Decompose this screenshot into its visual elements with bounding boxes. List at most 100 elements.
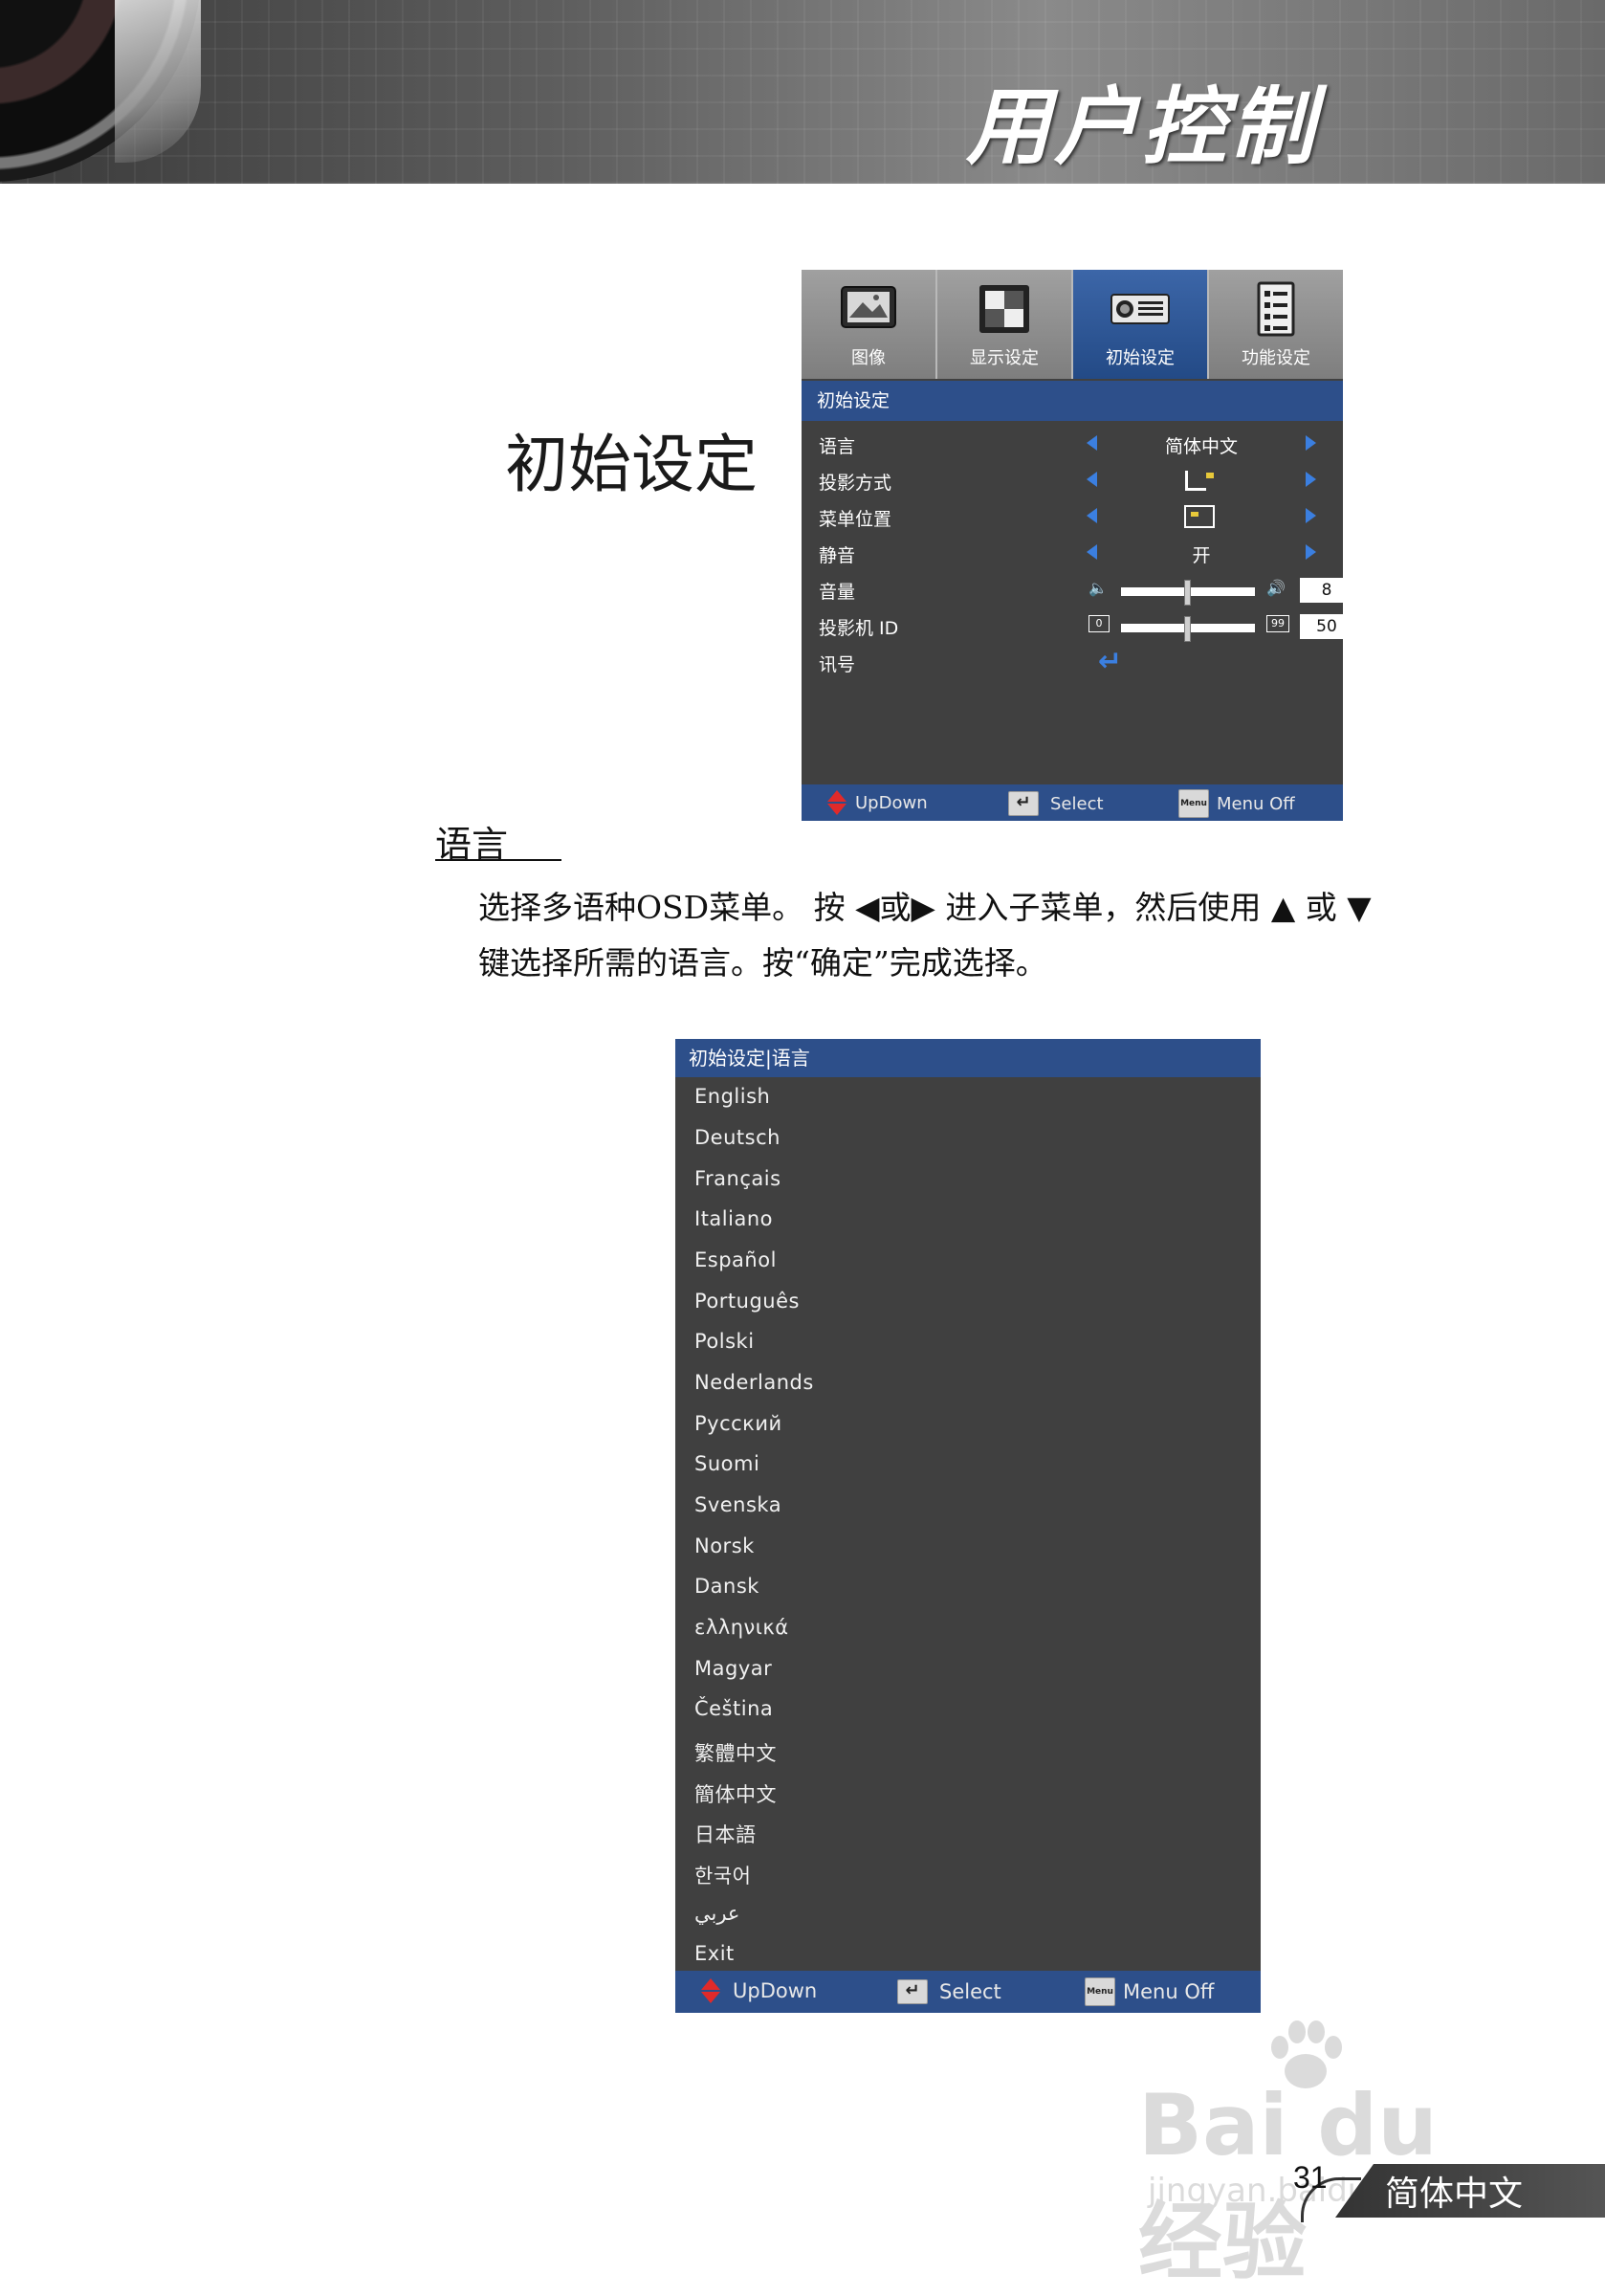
id-max-icon: 99: [1266, 615, 1289, 632]
description-text: 或: [1305, 889, 1337, 926]
osd-language-menu: 初始设定|语言 English Deutsch Français Italian…: [675, 1039, 1261, 2013]
projector-id-value: 50: [1300, 614, 1353, 639]
up-triangle-icon: ▲: [1270, 889, 1296, 926]
row-volume[interactable]: 音量 🔈 🔊 8: [802, 570, 1353, 607]
display-icon: [979, 285, 1029, 333]
select-label: Select: [1050, 793, 1104, 814]
language-option[interactable]: Čeština: [694, 1697, 773, 1720]
left-arrow-icon[interactable]: [1087, 508, 1097, 523]
language-option[interactable]: Magyar: [694, 1657, 772, 1680]
language-option[interactable]: 簡体中文: [694, 1779, 777, 1808]
row-menu-location[interactable]: 菜单位置: [802, 497, 1343, 534]
right-arrow-icon[interactable]: [1306, 435, 1316, 451]
menu-off-hint: Menu Menu Off: [1178, 789, 1295, 818]
chapter-title: 用户控制: [966, 77, 1319, 176]
row-label: 讯号: [819, 654, 856, 675]
select-label: Select: [939, 1980, 1001, 2003]
language-option[interactable]: Svenska: [694, 1493, 781, 1516]
tab-label: 图像: [851, 348, 886, 368]
language-option[interactable]: English: [694, 1085, 770, 1108]
row-label: 菜单位置: [819, 509, 892, 530]
menu-off-label: Menu Off: [1217, 793, 1295, 814]
tab-label: 初始设定: [1106, 348, 1175, 368]
section-title: 初始设定: [505, 428, 758, 501]
projector-icon: [1110, 294, 1170, 324]
updown-label: UpDown: [855, 792, 928, 813]
description-text: 或: [879, 889, 912, 926]
language-option[interactable]: Español: [694, 1248, 777, 1271]
down-triangle-icon: ▼: [1347, 889, 1372, 926]
slider-knob[interactable]: [1184, 616, 1191, 642]
updown-icon: [700, 1978, 721, 2003]
language-option[interactable]: Français: [694, 1167, 781, 1190]
left-triangle-icon: ◀: [855, 889, 880, 926]
header-banner: 用户控制: [0, 0, 1605, 184]
mute-value: 开: [1192, 545, 1211, 566]
language-option[interactable]: Dansk: [694, 1575, 759, 1598]
language-option[interactable]: Deutsch: [694, 1126, 781, 1149]
language-option[interactable]: Italiano: [694, 1207, 773, 1230]
description-line-1: 选择多语种OSD菜单。 按 ◀或▶ 进入子菜单，然后使用 ▲ 或 ▼: [478, 882, 1372, 928]
left-arrow-icon[interactable]: [1087, 544, 1097, 560]
menu-off-label: Menu Off: [1123, 1980, 1215, 2003]
row-language[interactable]: 语言 简体中文: [802, 425, 1343, 461]
row-label: 静音: [819, 545, 856, 566]
updown-hint: UpDown: [700, 1978, 817, 2003]
row-label: 语言: [819, 436, 856, 457]
right-triangle-icon: ▶: [911, 889, 935, 926]
enter-key-icon: ↵: [1008, 791, 1039, 816]
language-option[interactable]: Português: [694, 1290, 800, 1313]
language-option[interactable]: 日本語: [694, 1820, 757, 1848]
updown-hint: UpDown: [826, 790, 928, 815]
volume-slider[interactable]: 🔈 🔊 8: [1085, 578, 1353, 606]
updown-icon: [826, 790, 847, 815]
subsection-underline: [435, 859, 561, 861]
right-arrow-icon[interactable]: [1306, 544, 1316, 560]
image-icon: [841, 286, 896, 328]
tab-label: 显示设定: [970, 348, 1039, 368]
language-option[interactable]: Polski: [694, 1330, 755, 1353]
volume-value: 8: [1300, 578, 1353, 603]
language-option[interactable]: Русский: [694, 1412, 782, 1435]
language-value: 简体中文: [1164, 436, 1238, 457]
language-option[interactable]: Suomi: [694, 1452, 759, 1475]
tab-display[interactable]: 显示设定: [937, 270, 1073, 379]
row-mute[interactable]: 静音 开: [802, 534, 1343, 570]
menu-key-icon: Menu: [1178, 789, 1209, 818]
row-signal[interactable]: 讯号 ↵: [802, 643, 1343, 679]
osd-language-header: 初始设定|语言: [675, 1039, 1261, 1077]
tab-setup[interactable]: 初始设定: [1073, 270, 1209, 379]
menu-off-hint: Menu Menu Off: [1085, 1977, 1214, 2006]
slider-knob[interactable]: [1184, 580, 1191, 606]
language-option[interactable]: Norsk: [694, 1534, 755, 1557]
select-hint: ↵ Select: [1008, 791, 1104, 816]
language-option[interactable]: عربي: [694, 1902, 739, 1925]
right-arrow-icon[interactable]: [1306, 508, 1316, 523]
projector-id-slider[interactable]: 0 99 50: [1085, 614, 1353, 642]
row-projection[interactable]: 投影方式: [802, 461, 1343, 497]
enter-key-icon: ↵: [897, 1979, 928, 2004]
osd-tab-bar: 图像 显示设定 初始设定 功能设定: [802, 270, 1343, 379]
tab-image[interactable]: 图像: [802, 270, 937, 379]
page-number: 31: [1293, 2160, 1328, 2195]
select-hint: ↵ Select: [897, 1979, 1001, 2004]
speaker-high-icon: 🔊: [1266, 579, 1286, 597]
osd-language-footer: UpDown ↵ Select Menu Menu Off: [675, 1971, 1261, 2013]
language-option[interactable]: 繁體中文: [694, 1738, 777, 1767]
left-arrow-icon[interactable]: [1087, 435, 1097, 451]
tab-options[interactable]: 功能设定: [1209, 270, 1343, 379]
language-tab-label: 简体中文: [1385, 2175, 1524, 2214]
left-arrow-icon[interactable]: [1087, 472, 1097, 487]
language-option[interactable]: ελληνικά: [694, 1616, 789, 1639]
language-option[interactable]: 한국어: [694, 1861, 751, 1889]
right-arrow-icon[interactable]: [1306, 472, 1316, 487]
description-text: 选择多语种OSD菜单。 按: [478, 889, 846, 926]
description-text: 进入子菜单，然后使用: [945, 889, 1262, 926]
exit-option[interactable]: Exit: [694, 1942, 735, 1965]
language-option[interactable]: Nederlands: [694, 1371, 814, 1394]
projection-mode-icon: [1185, 471, 1214, 491]
enter-icon[interactable]: ↵: [1098, 645, 1122, 678]
row-projector-id[interactable]: 投影机 ID 0 99 50: [802, 607, 1353, 643]
description-line-2: 键选择所需的语言。按“确定”完成选择。: [478, 944, 1047, 982]
row-label: 投影方式: [819, 473, 892, 494]
